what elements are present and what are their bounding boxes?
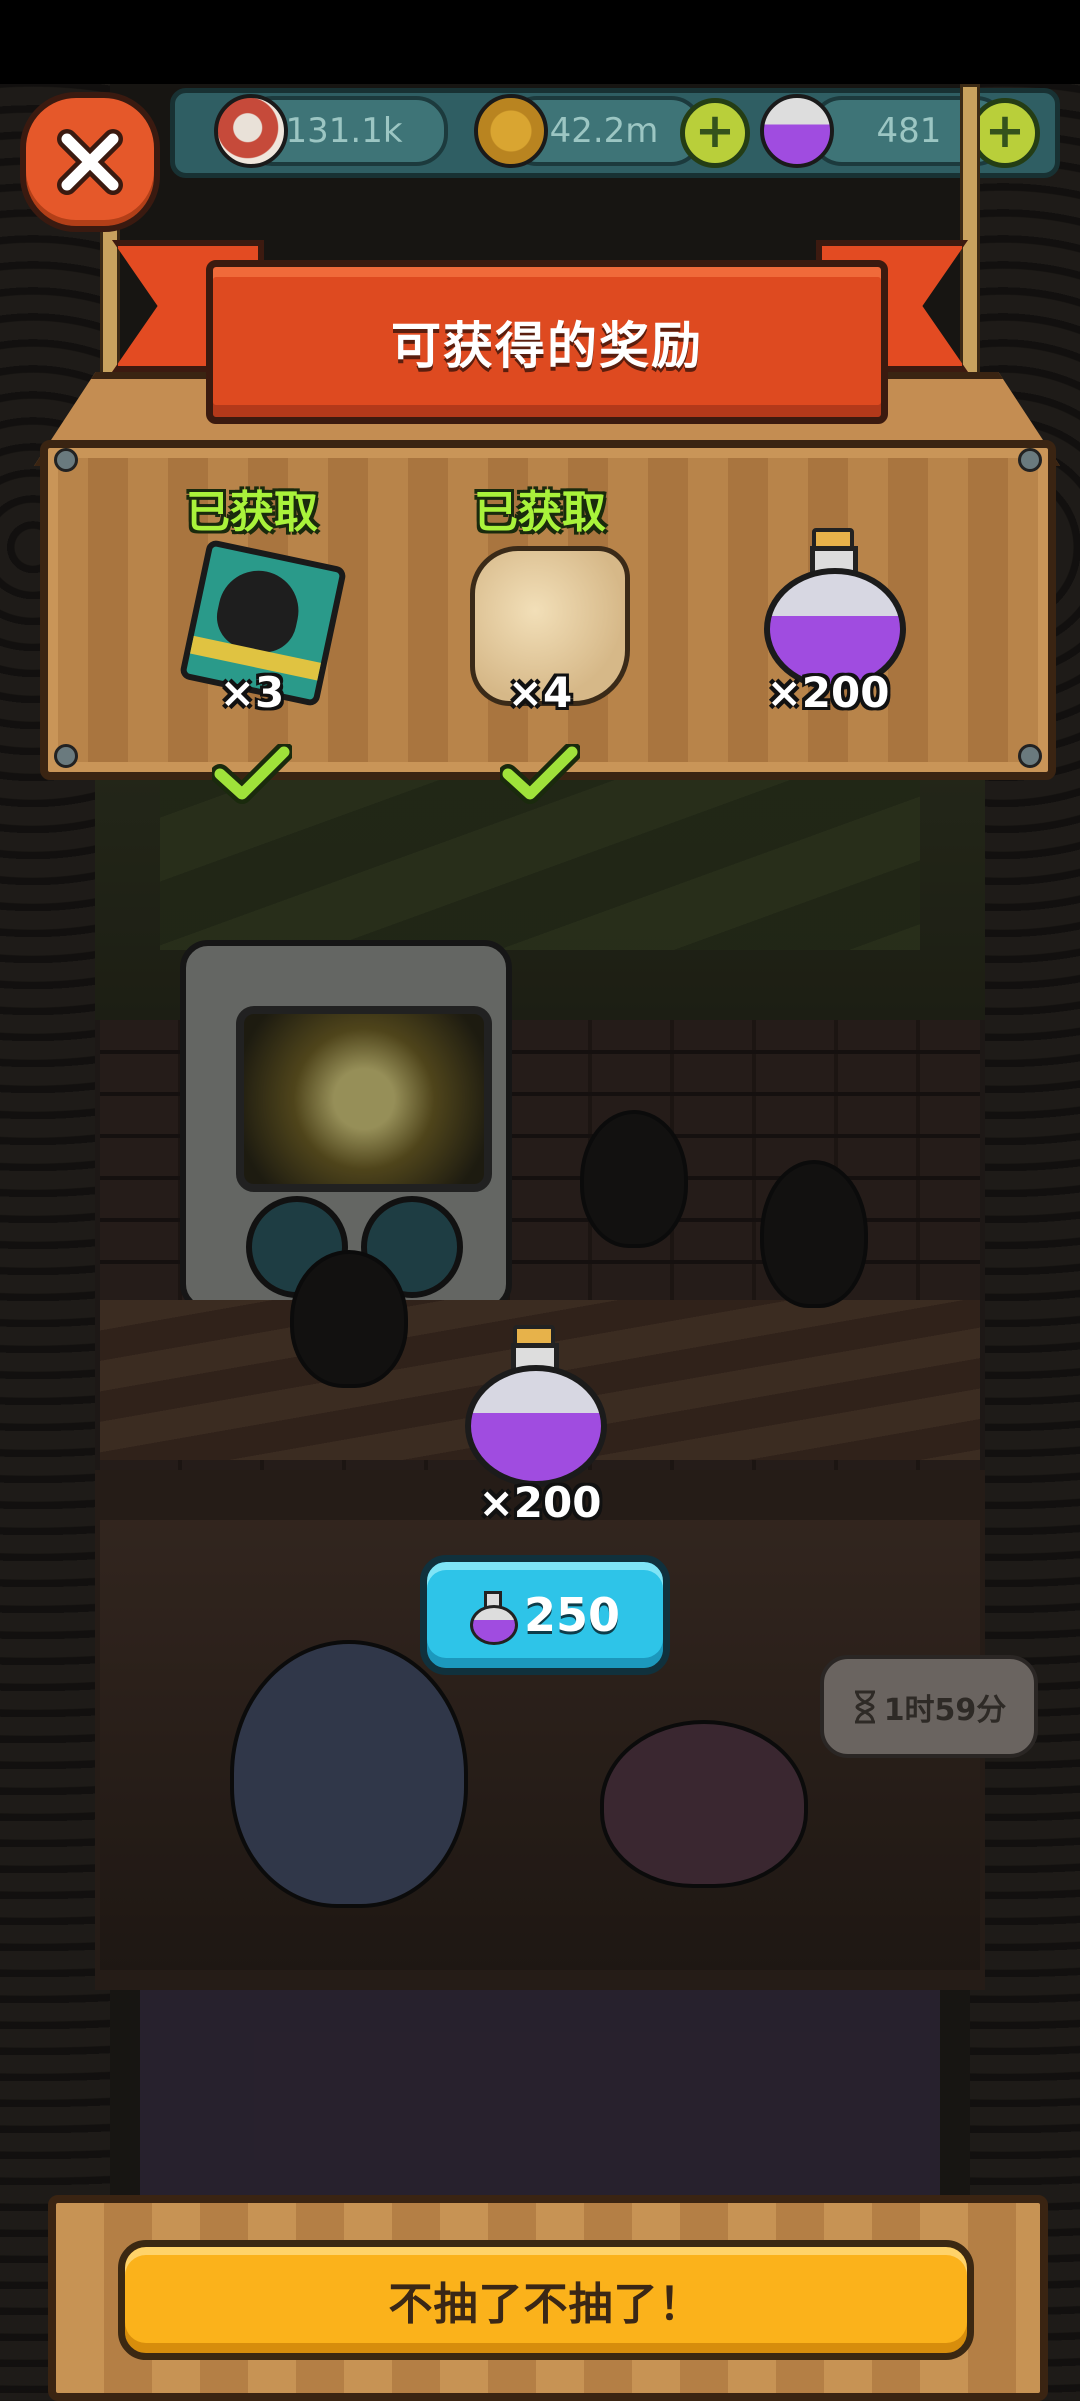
check-icon	[500, 744, 580, 804]
potion-icon	[764, 528, 906, 690]
add-potions-button[interactable]: +	[970, 98, 1040, 168]
reward-status: 已获取	[186, 487, 318, 538]
draw-reward-quantity: ×200	[478, 1478, 602, 1527]
quit-drawing-label: 不抽了不抽了！	[388, 2279, 704, 2330]
draw-potion-icon	[465, 1325, 607, 1487]
eyeball-count: 131.1k	[285, 111, 403, 151]
potion-count: 481	[876, 111, 942, 151]
reward-quantity: ×200	[766, 668, 890, 717]
reward-scroll: 已获取 ×4	[440, 476, 640, 717]
check-icon	[212, 744, 292, 804]
hourglass-icon	[854, 1690, 875, 1723]
nail	[54, 448, 78, 472]
coin-count: 42.2m	[549, 111, 659, 151]
close-button[interactable]	[20, 92, 160, 232]
nail	[54, 744, 78, 768]
banner-title: 可获得的奖励	[391, 317, 703, 375]
potion-currency-icon	[760, 94, 834, 168]
reward-potion: ×200	[728, 476, 928, 717]
eyeball-icon	[214, 94, 288, 168]
close-icon	[57, 129, 123, 195]
draw-price: 250	[523, 1588, 621, 1642]
reward-quantity: ×3	[219, 668, 285, 717]
draw-button[interactable]: 250	[420, 1555, 670, 1675]
timer-text: 1时59分	[883, 1692, 1007, 1728]
timer-bubble: 1时59分	[820, 1655, 1038, 1758]
potion-icon	[469, 1591, 518, 1645]
nail	[1018, 448, 1042, 472]
reward-card: 已获取 ×3	[152, 476, 352, 717]
reward-status: 已获取	[474, 487, 606, 538]
reward-quantity: ×4	[507, 668, 573, 717]
nail	[1018, 744, 1042, 768]
quit-drawing-button[interactable]: 不抽了不抽了！	[118, 2240, 974, 2360]
coin-icon	[474, 94, 548, 168]
rewards-banner: 可获得的奖励	[206, 260, 888, 424]
add-coins-button[interactable]: +	[680, 98, 750, 168]
rope	[960, 84, 980, 390]
